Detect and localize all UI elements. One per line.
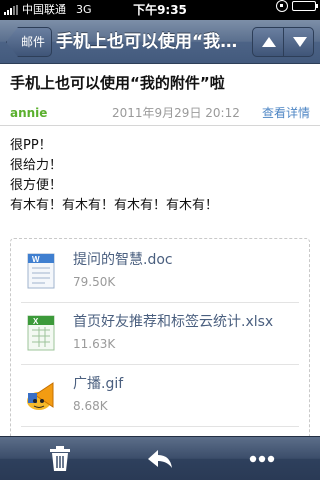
down-arrow-icon[interactable] xyxy=(282,28,313,56)
attachment-item[interactable]: X 首页好友推荐和标签云统计.xlsx 11.63K xyxy=(21,303,299,365)
status-right xyxy=(276,0,318,12)
attachment-item[interactable]: W 提问的智慧.doc 79.50K xyxy=(21,241,299,303)
bottom-toolbar xyxy=(0,436,320,480)
attachment-size: 79.50K xyxy=(73,275,116,289)
mail-header: 手机上也可以使用“我的附件”啦 annie 2011年9月29日 20:12 查… xyxy=(0,64,320,126)
sender-name[interactable]: annie xyxy=(10,101,47,125)
mail-meta: annie 2011年9月29日 20:12 查看详情 xyxy=(10,101,310,125)
nav-title: 手机上也可以使用“我的附件”啦 xyxy=(56,32,246,52)
view-details-link[interactable]: 查看详情 xyxy=(262,101,310,125)
word-doc-icon: W xyxy=(27,253,55,289)
body-line: 有木有！有木有！有木有！有木有！ xyxy=(10,198,219,213)
attachment-item[interactable]: 广播.gif 8.68K xyxy=(21,365,299,427)
svg-text:W: W xyxy=(32,255,40,264)
more-button[interactable] xyxy=(240,437,284,480)
up-arrow-icon[interactable] xyxy=(253,28,283,56)
reply-icon xyxy=(148,450,172,468)
attachment-size: 11.63K xyxy=(73,337,116,351)
mail-date: 2011年9月29日 20:12 xyxy=(112,106,240,120)
mail-subject: 手机上也可以使用“我的附件”啦 xyxy=(10,74,225,92)
nav-bar: 邮件 手机上也可以使用“我的附件”啦 xyxy=(0,20,320,64)
mail-body: 很PP！ 很给力！ 很方便！ 有木有！有木有！有木有！有木有！ xyxy=(0,126,320,216)
attachment-item[interactable] xyxy=(21,427,299,436)
reply-button[interactable] xyxy=(138,437,182,480)
attachment-name: 提问的智慧.doc xyxy=(73,252,173,268)
excel-icon: X xyxy=(27,315,55,351)
attachment-name: 广播.gif xyxy=(73,376,124,392)
body-line: 很PP！ xyxy=(10,138,52,153)
back-button[interactable]: 邮件 xyxy=(6,27,52,57)
rotation-lock-icon xyxy=(276,0,288,12)
gif-broadcast-icon xyxy=(27,382,54,410)
svg-text:X: X xyxy=(33,317,39,326)
attachment-name: 首页好友推荐和标签云统计.xlsx xyxy=(73,314,274,330)
body-line: 很方便！ xyxy=(10,178,63,193)
mail-content: 手机上也可以使用“我的附件”啦 annie 2011年9月29日 20:12 查… xyxy=(0,64,320,436)
body-line: 很给力！ xyxy=(10,158,63,173)
delete-button[interactable] xyxy=(38,437,82,480)
status-bar: 中国联通 3G 下午9:35 xyxy=(0,0,320,20)
more-icon xyxy=(249,455,275,463)
attachment-list: W 提问的智慧.doc 79.50K X 首页好友推荐和标签云统计.xlsx 1… xyxy=(10,238,310,436)
status-time: 下午9:35 xyxy=(133,3,187,17)
battery-icon xyxy=(292,1,318,11)
prev-next-control xyxy=(252,27,314,57)
trash-icon xyxy=(50,446,70,471)
attachment-size: 8.68K xyxy=(73,399,108,413)
